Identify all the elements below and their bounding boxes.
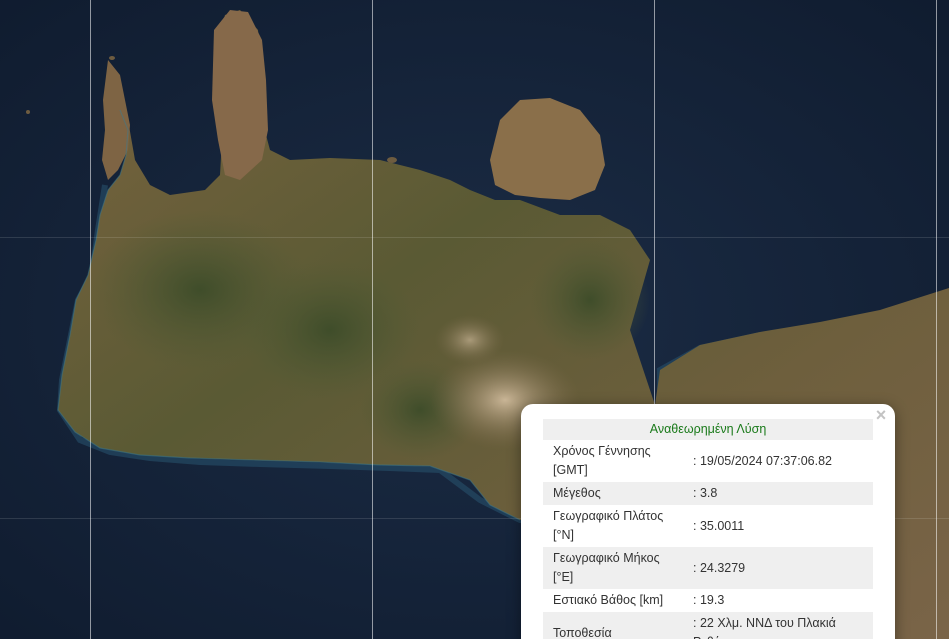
graticule-line <box>936 0 937 639</box>
graticule-line <box>0 237 949 238</box>
islet <box>109 56 115 60</box>
row-label: Τοποθεσία <box>543 612 683 639</box>
popup-title: Αναθεωρημένη Λύση <box>543 419 873 440</box>
table-row-longitude: Γεωγραφικό Μήκος [°E] : 24.3279 <box>543 547 873 589</box>
row-label: Γεωγραφικό Μήκος [°E] <box>543 547 683 589</box>
row-label: Μέγεθος <box>543 482 683 505</box>
popup-content: Αναθεωρημένη Λύση Χρόνος Γέννησης [GMT] … <box>543 419 873 639</box>
earthquake-details-table: Αναθεωρημένη Λύση Χρόνος Γέννησης [GMT] … <box>543 419 873 639</box>
islet <box>26 110 30 114</box>
earthquake-info-popup: × Αναθεωρημένη Λύση Χρόνος Γέννησης [GMT… <box>521 404 895 639</box>
row-value: : 22 Χλμ. ΝΝΔ του Πλακιά Ρεθύμνου <box>683 612 873 639</box>
table-row-origin-time: Χρόνος Γέννησης [GMT] : 19/05/2024 07:37… <box>543 440 873 482</box>
close-icon[interactable]: × <box>876 405 887 425</box>
row-value: : 3.8 <box>683 482 873 505</box>
table-row-latitude: Γεωγραφικό Πλάτος [°N] : 35.0011 <box>543 505 873 547</box>
graticule-line <box>372 0 373 639</box>
table-row-magnitude: Μέγεθος : 3.8 <box>543 482 873 505</box>
forest-patch-east <box>530 240 650 360</box>
row-value: : 19.3 <box>693 593 725 607</box>
row-value: : 19/05/2024 07:37:06.82 <box>693 453 833 468</box>
row-value: : 35.0011 <box>693 518 745 533</box>
row-label: Χρόνος Γέννησης [GMT] <box>553 444 651 477</box>
close-popup-button[interactable]: × <box>872 406 890 424</box>
row-label: Γεωγραφικό Πλάτος [°N] <box>553 509 664 542</box>
satellite-map[interactable]: × Αναθεωρημένη Λύση Χρόνος Γέννησης [GMT… <box>0 0 949 639</box>
table-row-location: Τοποθεσία : 22 Χλμ. ΝΝΔ του Πλακιά Ρεθύμ… <box>543 612 873 639</box>
islet <box>387 157 397 163</box>
table-row-depth: Εστιακό Βάθος [km] : 19.3 <box>543 589 873 612</box>
row-label: Εστιακό Βάθος [km] <box>553 593 664 607</box>
plateau-highlight <box>435 315 505 365</box>
graticule-line <box>90 0 91 639</box>
table-header-row: Αναθεωρημένη Λύση <box>543 419 873 440</box>
row-value: : 24.3279 <box>683 547 873 589</box>
